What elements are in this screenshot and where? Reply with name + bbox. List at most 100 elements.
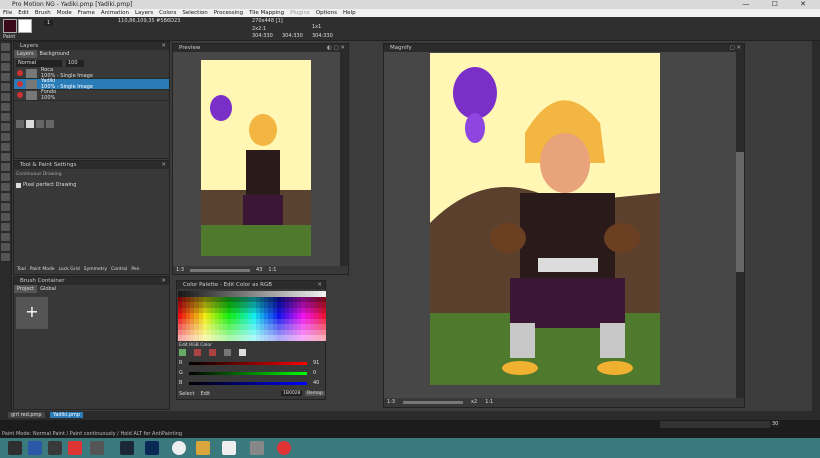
app-icon[interactable]: [90, 441, 104, 455]
edit-button[interactable]: Edit: [200, 391, 210, 397]
menu-item[interactable]: Frame: [75, 9, 98, 17]
preview-vscroll[interactable]: [340, 52, 348, 266]
app-icon[interactable]: [48, 441, 62, 455]
promotion-icon[interactable]: [222, 441, 236, 455]
palette-tool-icon[interactable]: [179, 349, 186, 356]
tool-button-icon[interactable]: [1, 93, 10, 101]
close-icon[interactable]: ✕: [161, 161, 166, 169]
magnify-ratio[interactable]: 1:1: [485, 398, 493, 407]
tool-settings-tab[interactable]: Symmetry: [84, 266, 107, 274]
magnify-controls[interactable]: ▢ ✕: [729, 44, 741, 52]
menu-item[interactable]: Edit: [15, 9, 32, 17]
duplicate-layer-icon[interactable]: [26, 120, 34, 128]
tool-button-icon[interactable]: [1, 53, 10, 61]
app-icon[interactable]: [172, 441, 186, 455]
menu-item[interactable]: Tile Mapping: [246, 9, 287, 17]
eye-icon[interactable]: [17, 81, 23, 87]
magnify-zoom[interactable]: 1:3: [387, 398, 395, 407]
palette-tool-icon[interactable]: [224, 349, 231, 356]
menu-item[interactable]: Mode: [54, 9, 75, 17]
tool-settings-tab[interactable]: Lock Grid: [59, 266, 80, 274]
foreground-color-swatch[interactable]: [3, 19, 17, 33]
preview-canvas[interactable]: [173, 52, 340, 266]
tool-button-icon[interactable]: [1, 243, 10, 251]
tool-button-icon[interactable]: [1, 123, 10, 131]
channel-value[interactable]: 91: [313, 360, 319, 366]
new-layer-icon[interactable]: [16, 120, 24, 128]
menu-item[interactable]: Options: [313, 9, 340, 17]
layer-row[interactable]: Fondo 100%: [14, 89, 169, 101]
tab-layers[interactable]: Layers: [14, 50, 37, 58]
tool-settings-tab[interactable]: Paint Mode: [30, 266, 55, 274]
menu-item[interactable]: Layers: [132, 9, 156, 17]
menu-item[interactable]: Plugins: [287, 9, 313, 17]
magnify-vscroll[interactable]: [736, 52, 744, 398]
word-icon[interactable]: [28, 441, 42, 455]
channel-value[interactable]: 40: [313, 380, 319, 386]
tool-settings-tab[interactable]: Control: [111, 266, 127, 274]
close-icon[interactable]: ✕: [161, 42, 166, 50]
tool-button-icon[interactable]: [1, 83, 10, 91]
channel-slider[interactable]: [189, 362, 307, 365]
folder-icon[interactable]: [196, 441, 210, 455]
remap-button[interactable]: Remap: [305, 391, 325, 396]
close-icon[interactable]: ✕: [161, 277, 166, 285]
app-icon[interactable]: [277, 441, 291, 455]
channel-slider[interactable]: [189, 372, 307, 375]
menu-item[interactable]: File: [0, 9, 15, 17]
palette-tool-icon[interactable]: [239, 349, 246, 356]
tool-settings-tab[interactable]: Tool: [17, 266, 26, 274]
eye-icon[interactable]: [17, 92, 23, 98]
tool-button-icon[interactable]: [1, 103, 10, 111]
tool-button-icon[interactable]: [1, 153, 10, 161]
preview-zoom-slider[interactable]: [190, 269, 251, 272]
start-icon[interactable]: [8, 441, 22, 455]
layer-row[interactable]: Roca 100% - Single Image: [14, 67, 169, 79]
tool-button-icon[interactable]: [1, 183, 10, 191]
file-tab-active[interactable]: Yadiki.pmp: [50, 412, 84, 418]
window-controls[interactable]: — ☐ ✕: [742, 0, 816, 9]
tool-button-icon[interactable]: [1, 233, 10, 241]
tool-button-icon[interactable]: [1, 253, 10, 261]
palette-tool-icon[interactable]: [209, 349, 216, 356]
heart-icon[interactable]: [68, 441, 82, 455]
tool-button-icon[interactable]: [1, 113, 10, 121]
preview-controls[interactable]: ◐ ▢ ✕: [327, 44, 345, 52]
pixel-perfect-checkbox[interactable]: [16, 182, 21, 188]
menu-item[interactable]: Brush: [32, 9, 54, 17]
menu-item[interactable]: Selection: [179, 9, 210, 17]
add-brush-button[interactable]: +: [16, 297, 48, 329]
brush-size-field[interactable]: 1: [44, 20, 54, 26]
preview-zoom[interactable]: 1:3: [176, 266, 184, 275]
channel-value[interactable]: 0: [313, 370, 316, 376]
steam-icon[interactable]: [120, 441, 134, 455]
tool-button-icon[interactable]: [1, 193, 10, 201]
file-tab[interactable]: girl red.pmp: [8, 412, 45, 418]
menu-item[interactable]: Animation: [98, 9, 132, 17]
tool-button-icon[interactable]: [1, 143, 10, 151]
tool-button-icon[interactable]: [1, 223, 10, 231]
magnify-canvas[interactable]: [384, 52, 736, 398]
palette-swatch[interactable]: [321, 335, 326, 341]
delete-layer-icon[interactable]: [46, 120, 54, 128]
palette-tool-icon[interactable]: [194, 349, 201, 356]
channel-slider[interactable]: [189, 382, 307, 385]
menu-item[interactable]: Help: [340, 9, 359, 17]
tool-button-icon[interactable]: [1, 43, 10, 51]
layer-row[interactable]: Yadiki 100% - Single Image: [14, 78, 169, 90]
hex-field[interactable]: 1B0028: [281, 391, 303, 396]
tool-button-icon[interactable]: [1, 173, 10, 181]
tab-project[interactable]: Project: [14, 285, 38, 293]
frame-controls[interactable]: [660, 421, 770, 428]
tool-button-icon[interactable]: [1, 63, 10, 71]
app-icon[interactable]: [250, 441, 264, 455]
background-color-swatch[interactable]: [18, 19, 32, 33]
menu-item[interactable]: Colors: [156, 9, 179, 17]
tool-button-icon[interactable]: [1, 163, 10, 171]
layer-props-icon[interactable]: [36, 120, 44, 128]
close-icon[interactable]: ✕: [317, 281, 322, 289]
magnify-zoom-slider[interactable]: [403, 401, 464, 404]
preview-ratio[interactable]: 1:1: [268, 266, 276, 275]
tool-button-icon[interactable]: [1, 213, 10, 221]
menu-item[interactable]: Processing: [211, 9, 246, 17]
